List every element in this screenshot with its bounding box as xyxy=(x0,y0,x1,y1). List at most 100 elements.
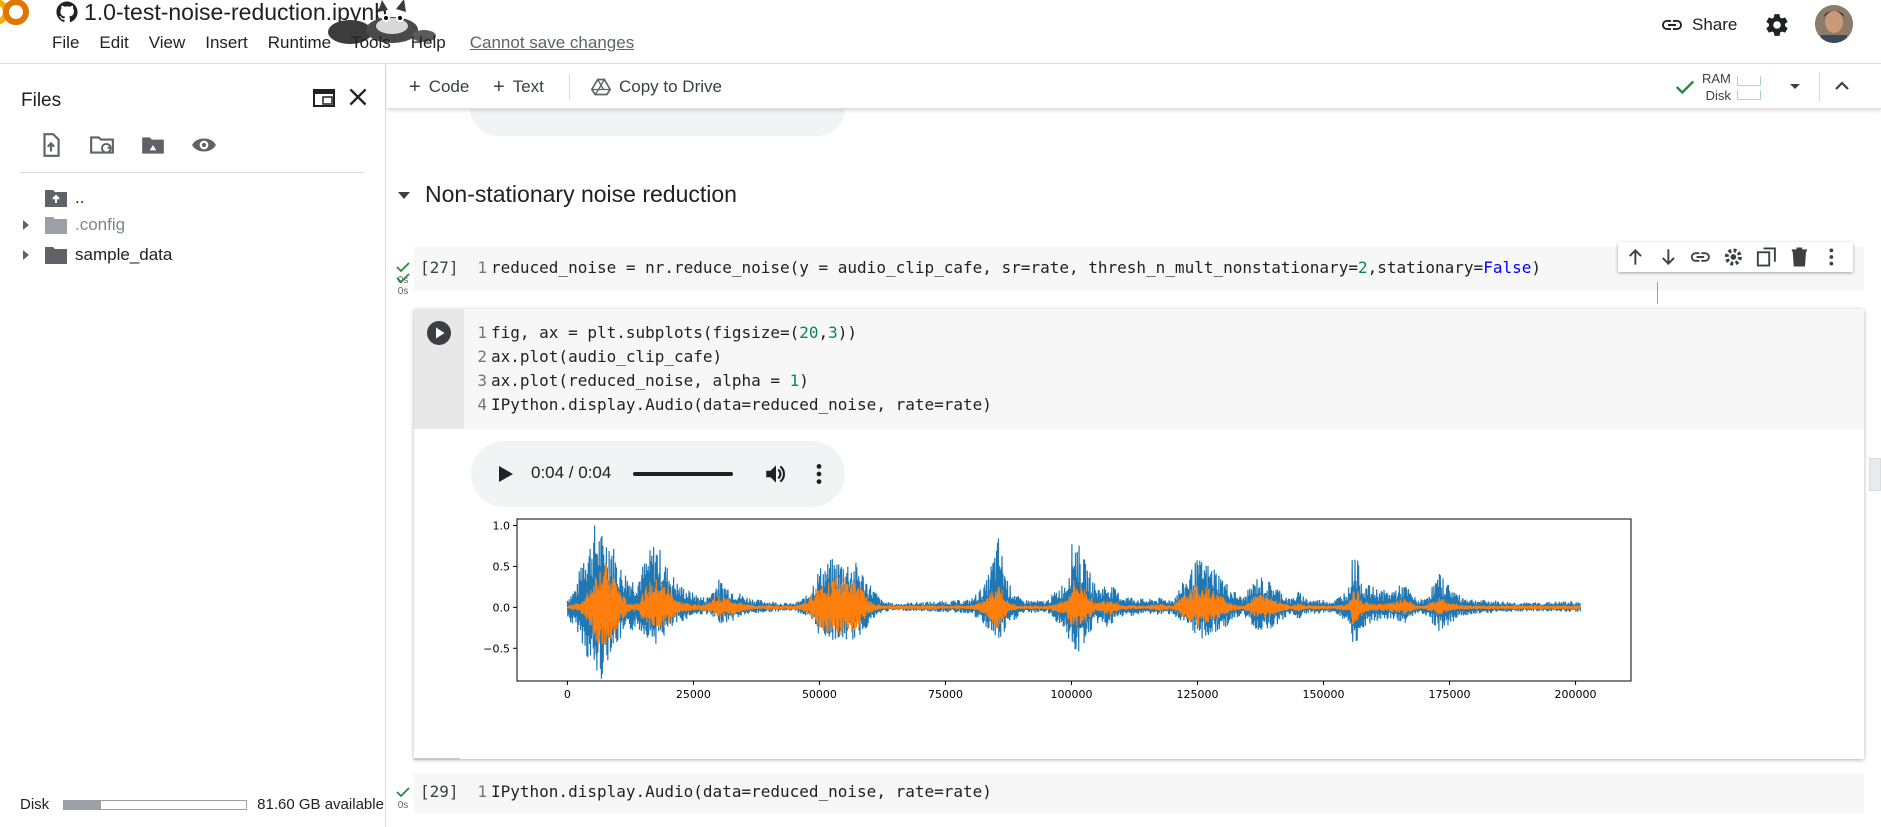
close-icon[interactable] xyxy=(345,84,371,110)
code-line: 1 reduced_noise = nr.reduce_noise(y = aud… xyxy=(470,256,1541,280)
code-area: 1 fig, ax = plt.subplots(figsize=(20,3)) 2… xyxy=(414,309,1864,429)
share-label: Share xyxy=(1692,15,1738,34)
code-line: 4 IPython.display.Audio(data=reduced_nois… xyxy=(470,393,992,417)
audio-progress-track[interactable] xyxy=(633,472,733,476)
code-token: IPython.display.Audio(data=reduced_noise… xyxy=(491,782,992,801)
menu-insert[interactable]: Insert xyxy=(205,33,248,53)
open-in-new-window-icon[interactable] xyxy=(312,86,336,110)
menu-runtime[interactable]: Runtime xyxy=(268,33,331,53)
exec-count: [29] xyxy=(420,782,459,801)
check-icon xyxy=(396,787,410,798)
section-title: Non-stationary noise reduction xyxy=(425,181,737,207)
scrollbar-thumb[interactable] xyxy=(1869,458,1881,491)
exec-time: 0s xyxy=(397,286,409,297)
folder-up-icon xyxy=(45,190,67,207)
x-tick-label: 25000 xyxy=(676,688,711,701)
copy-to-drive-button[interactable]: Copy to Drive xyxy=(591,75,722,99)
resource-monitor[interactable]: RAM Disk xyxy=(1674,70,1761,104)
sidebar-tools xyxy=(38,132,242,158)
play-icon[interactable] xyxy=(493,462,517,486)
resource-bars xyxy=(1736,72,1761,103)
mount-drive-icon[interactable] xyxy=(140,132,166,158)
code-cell-selected[interactable]: 1 fig, ax = plt.subplots(figsize=(20,3)) 2… xyxy=(414,309,1864,759)
cell-exec-status: 0s xyxy=(394,785,412,811)
expand-caret-icon[interactable] xyxy=(20,219,32,231)
collapse-section-caret-icon[interactable] xyxy=(395,186,413,204)
move-up-arrow-icon[interactable] xyxy=(1624,245,1647,269)
code-line: 3 ax.plot(reduced_noise, alpha = 1) xyxy=(470,369,992,393)
menu-tools[interactable]: Tools xyxy=(351,33,391,53)
code-token: 3 xyxy=(828,323,838,342)
code-token: fig, ax = plt.subplots(figsize=( xyxy=(491,323,800,342)
cell-gutter xyxy=(414,309,464,429)
code-token: ,stationary= xyxy=(1367,258,1484,277)
connected-check-icon xyxy=(1675,80,1695,95)
copy-to-drive-label: Copy to Drive xyxy=(619,77,722,96)
folder-icon xyxy=(45,217,67,234)
code-token: ) xyxy=(1531,258,1541,277)
x-tick-label: 175000 xyxy=(1429,688,1471,701)
more-vert-icon[interactable] xyxy=(806,461,832,487)
file-tree-item-config[interactable]: .config xyxy=(20,212,125,238)
settings-gear-icon[interactable] xyxy=(1764,12,1790,38)
code-line: 2 ax.plot(audio_clip_cafe) xyxy=(470,345,992,369)
y-tick-label: 0.5 xyxy=(493,560,511,573)
volume-icon[interactable] xyxy=(763,461,789,487)
add-text-button[interactable]: + Text xyxy=(493,75,544,99)
code-line: 1 fig, ax = plt.subplots(figsize=(20,3)) xyxy=(470,321,992,345)
disk-usage-bar xyxy=(63,799,248,810)
code-token: ) xyxy=(799,371,809,390)
github-icon xyxy=(56,1,78,23)
upload-file-icon[interactable] xyxy=(38,132,64,158)
x-tick-label: 200000 xyxy=(1555,688,1597,701)
show-hidden-files-eye-icon[interactable] xyxy=(191,132,217,158)
x-tick-label: 125000 xyxy=(1176,688,1218,701)
disk-usage-fill xyxy=(64,800,101,809)
previous-audio-player xyxy=(470,109,845,136)
colab-logo[interactable] xyxy=(0,0,34,30)
delete-trash-icon[interactable] xyxy=(1788,245,1811,269)
menu-help[interactable]: Help xyxy=(411,33,446,53)
expand-caret-icon[interactable] xyxy=(20,249,32,261)
disk-available-text: 81.60 GB available xyxy=(257,796,384,813)
save-status-link[interactable]: Cannot save changes xyxy=(470,33,634,53)
refresh-folder-icon[interactable] xyxy=(89,132,115,158)
more-vert-icon[interactable] xyxy=(1820,245,1843,269)
settings-gear-icon[interactable] xyxy=(1722,245,1745,269)
add-code-button[interactable]: + Code xyxy=(409,75,469,99)
code-editor[interactable]: 1 fig, ax = plt.subplots(figsize=(20,3)) 2… xyxy=(470,321,992,417)
file-tree-label: sample_data xyxy=(75,245,173,264)
menu-view[interactable]: View xyxy=(149,33,186,53)
menu-file[interactable]: File xyxy=(52,33,79,53)
cell-toolbar xyxy=(1618,242,1853,272)
mirror-cell-icon[interactable] xyxy=(1755,245,1778,269)
exec-time: 0s xyxy=(397,800,409,811)
x-tick-label: 150000 xyxy=(1303,688,1345,701)
code-token: IPython.display.Audio(data=reduced_noise… xyxy=(491,395,992,414)
chevron-up-icon[interactable] xyxy=(1830,74,1854,98)
file-tree-parent-dir[interactable]: .. xyxy=(44,185,84,211)
menu-edit[interactable]: Edit xyxy=(99,33,128,53)
add-text-label: Text xyxy=(512,77,544,96)
code-editor[interactable]: 1 IPython.display.Audio(data=reduced_nois… xyxy=(470,780,992,804)
move-down-arrow-icon[interactable] xyxy=(1657,245,1680,269)
file-tree-item-sample-data[interactable]: sample_data xyxy=(20,242,172,268)
code-token: ax.plot(reduced_noise, alpha = xyxy=(491,371,790,390)
code-token: )) xyxy=(837,323,858,342)
toolbar-divider xyxy=(1819,72,1820,102)
folder-icon xyxy=(45,247,67,264)
avatar-image xyxy=(1815,5,1853,43)
disk-usage-mini-bar xyxy=(1736,89,1761,100)
colab-app: 1.0-test-noise-reduction.ipynb File Edit… xyxy=(0,0,1881,827)
run-cell-play-icon[interactable] xyxy=(426,320,452,346)
code-editor[interactable]: 1 reduced_noise = nr.reduce_noise(y = aud… xyxy=(470,256,1541,280)
chevron-down-icon[interactable] xyxy=(1785,76,1805,96)
code-token: False xyxy=(1483,258,1532,277)
user-avatar[interactable] xyxy=(1815,5,1853,43)
link-icon xyxy=(1662,20,1682,30)
link-icon[interactable] xyxy=(1689,245,1712,269)
header: 1.0-test-noise-reduction.ipynb File Edit… xyxy=(0,0,1881,64)
y-tick-label: 0.0 xyxy=(493,601,511,614)
code-cell[interactable]: [29] 1 IPython.display.Audio(data=reduced… xyxy=(414,773,1864,813)
share-button[interactable]: Share xyxy=(1660,12,1737,38)
